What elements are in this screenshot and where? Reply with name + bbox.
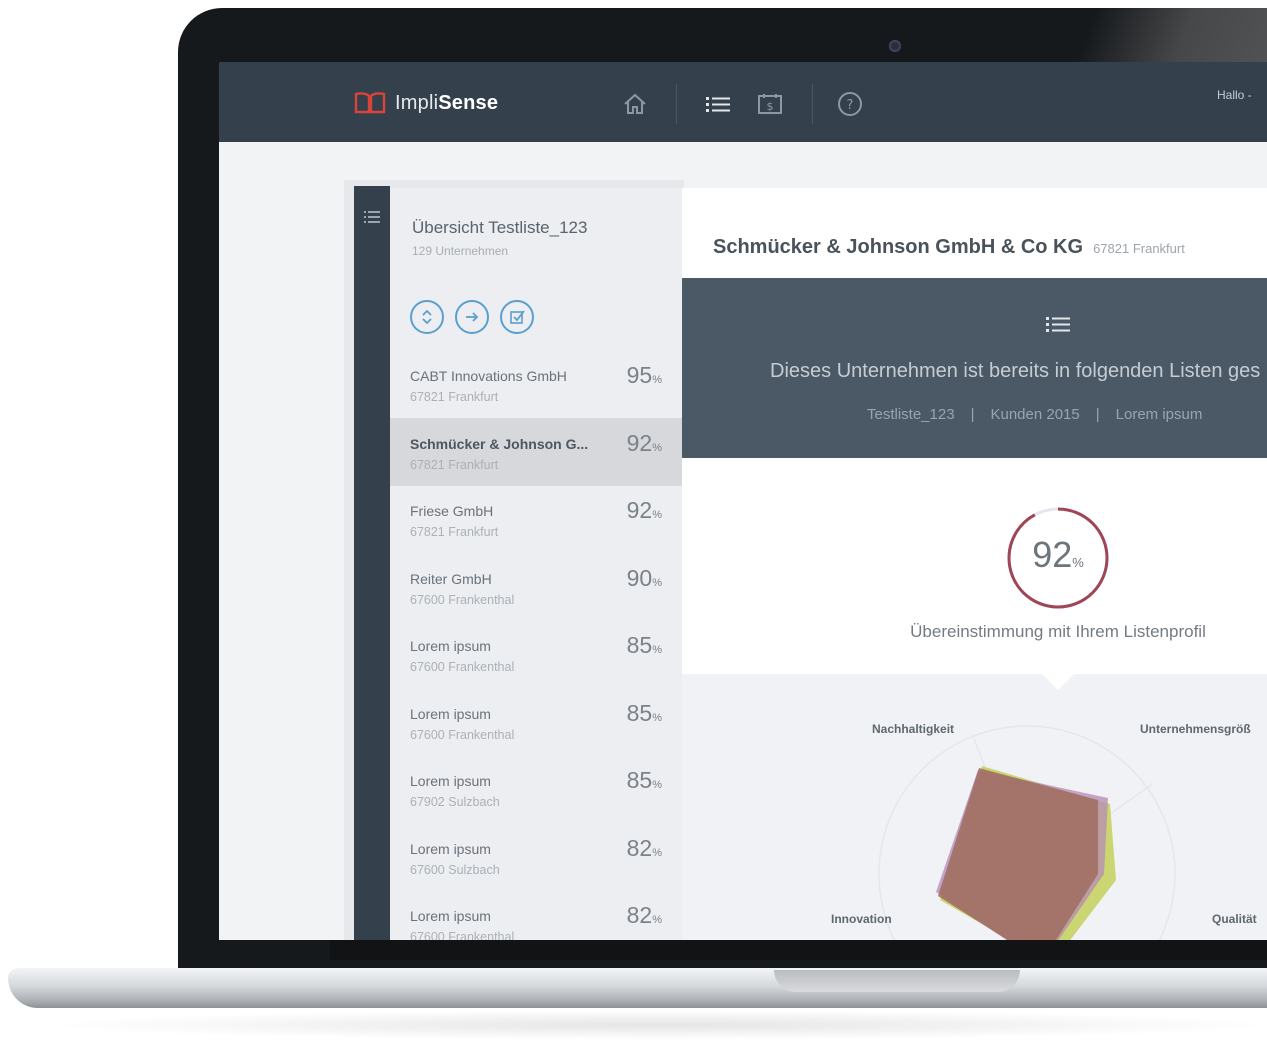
radar-label-nachhaltigkeit: Nachhaltigkeit — [872, 722, 955, 736]
item-city: 67600 Frankenthal — [410, 930, 515, 940]
nav-divider — [812, 84, 813, 124]
item-score: 82% — [626, 834, 662, 861]
lists-notice: Dieses Unternehmen ist bereits in folgen… — [770, 360, 1261, 382]
bezel-bottom — [330, 940, 1267, 960]
list-link[interactable]: Lorem ipsum — [1116, 406, 1203, 423]
item-city: 67600 Frankenthal — [410, 592, 515, 607]
item-city: 67821 Frankfurt — [410, 525, 499, 539]
list-item[interactable]: Friese GmbH 67821 Frankfurt 92% — [390, 485, 682, 553]
item-city: 67821 Frankfurt — [410, 457, 499, 472]
item-score: 85% — [626, 699, 662, 726]
checkbox-icon — [510, 310, 525, 324]
list-link[interactable]: Testliste_123 — [867, 406, 955, 423]
laptop-mockup: ImpliSense $ ? Hallo - Übersicht Testlis… — [0, 0, 1267, 1052]
list-item[interactable]: Schmücker & Johnson G... 67821 Frankfurt 9… — [390, 417, 682, 486]
item-company-name: Lorem ipsum — [410, 908, 491, 924]
item-city: 67600 Frankenthal — [410, 660, 515, 674]
item-score: 92% — [626, 497, 662, 523]
list-item[interactable]: Lorem ipsum 67600 Frankenthal 85% — [390, 688, 682, 756]
match-label: Übereinstimmung mit Ihrem Listenprofil — [910, 622, 1206, 641]
list-item[interactable]: Lorem ipsum 67600 Frankenthal 85% — [390, 620, 682, 688]
item-city: 67902 Sulzbach — [410, 795, 500, 809]
svg-text:$: $ — [767, 100, 774, 113]
item-company-name: Lorem ipsum — [410, 773, 491, 789]
menu-icon[interactable] — [363, 208, 381, 226]
laptop-notch — [774, 970, 1020, 992]
item-score: 90% — [626, 564, 662, 591]
arrow-right-icon — [466, 312, 479, 322]
list-title: Übersicht Testliste_123 — [412, 218, 588, 237]
lists-banner: Dieses Unternehmen ist bereits in folgen… — [682, 278, 1267, 458]
list-item[interactable]: Reiter GmbH 67600 Frankenthal 90% — [390, 553, 682, 621]
item-score: 92% — [626, 429, 662, 456]
item-company-name: Lorem ipsum — [410, 840, 491, 857]
company-city: 67821 Frankfurt — [1093, 241, 1185, 256]
webcam — [889, 40, 901, 52]
item-score: 82% — [626, 902, 662, 928]
company-list-panel: Übersicht Testliste_123 129 Unternehmen — [390, 188, 682, 940]
sort-button[interactable] — [410, 300, 444, 334]
item-score: 85% — [626, 767, 662, 793]
item-company-name: Lorem ipsum — [410, 705, 491, 722]
laptop-shadow — [40, 1010, 1267, 1040]
nav-divider — [676, 84, 677, 124]
item-score: 95% — [626, 362, 662, 388]
user-greeting[interactable]: Hallo - — [1217, 88, 1252, 102]
select-button[interactable] — [500, 300, 534, 334]
item-company-name: Lorem ipsum — [410, 638, 491, 654]
item-company-name: Reiter GmbH — [410, 570, 492, 587]
radar-label-qualitaet: Qualität — [1212, 912, 1257, 926]
radar-chart — [878, 725, 1176, 940]
radar-label-groesse: Unternehmensgröß — [1140, 722, 1251, 736]
company-detail-panel: Schmücker & Johnson GmbH & Co KG 67821 Fr… — [682, 188, 1267, 940]
item-company-name: CABT Innovations GmbH — [410, 368, 567, 384]
help-icon[interactable]: ? — [836, 90, 864, 118]
list-item[interactable]: Lorem ipsum 67600 Sulzbach 82% — [390, 823, 682, 891]
budget-icon[interactable]: $ — [756, 90, 784, 118]
bezel-glare — [1074, 8, 1267, 68]
book-logo-icon — [354, 92, 386, 114]
item-company-name: Friese GmbH — [410, 503, 494, 519]
sort-icon — [422, 309, 432, 325]
item-score: 85% — [626, 632, 662, 658]
company-name: Schmücker & Johnson GmbH & Co KG 67821 Fr… — [713, 236, 1185, 258]
home-icon[interactable] — [621, 90, 649, 118]
list-icon — [1046, 317, 1070, 332]
list-item[interactable]: Lorem ipsum 67600 Frankenthal 82% — [390, 890, 682, 940]
item-city: 67600 Frankenthal — [410, 727, 515, 742]
app-logo[interactable]: ImpliSense — [395, 92, 498, 115]
list-link[interactable]: Kunden 2015 — [990, 406, 1079, 423]
list-item[interactable]: CABT Innovations GmbH 67821 Frankfurt 95% — [390, 350, 682, 418]
item-city: 67600 Sulzbach — [410, 862, 500, 877]
list-links: Testliste_123 | Kunden 2015 | Lorem ipsum — [867, 406, 1203, 423]
svg-text:?: ? — [847, 98, 854, 113]
export-button[interactable] — [455, 300, 489, 334]
item-company-name: Schmücker & Johnson G... — [410, 435, 589, 452]
laptop-base — [8, 968, 1267, 1008]
list-icon[interactable] — [704, 90, 732, 118]
sidebar-rail — [354, 186, 390, 940]
list-count: 129 Unternehmen — [412, 244, 509, 258]
app-screen: ImpliSense $ ? Hallo - Übersicht Testlis… — [219, 62, 1267, 940]
list-item[interactable]: Lorem ipsum 67902 Sulzbach 85% — [390, 755, 682, 823]
item-city: 67821 Frankfurt — [410, 390, 499, 404]
app-header: ImpliSense $ ? Hallo - — [219, 62, 1267, 142]
radar-label-innovation: Innovation — [831, 912, 892, 926]
match-score: 92% — [1032, 534, 1084, 575]
